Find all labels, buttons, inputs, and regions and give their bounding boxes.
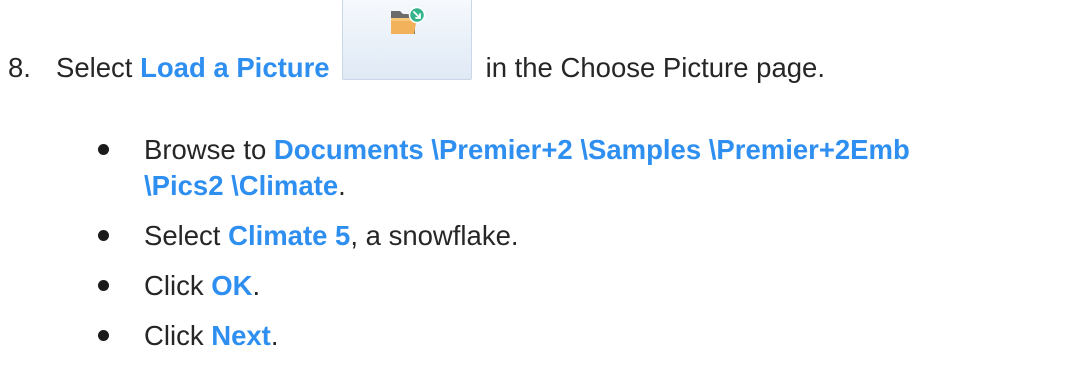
bullet-suffix: , a snowflake. (350, 220, 519, 251)
browse-path-line2: \Pics2 \Climate (144, 170, 339, 201)
instruction-step: 8. Select Load a Picture in the Choose P… (0, 0, 1078, 387)
bullet-dot (98, 144, 109, 155)
load-a-picture-label: Load a Picture (140, 52, 330, 83)
list-item: Select Climate 5, a snowflake. (96, 218, 910, 254)
climate-5-label: Climate 5 (228, 220, 351, 251)
bullet-dot (98, 280, 109, 291)
list-item: Click Next. (96, 318, 910, 354)
bullet-prefix: Click (144, 320, 212, 351)
ok-label: OK (211, 270, 253, 301)
list-item: Browse to Documents \Premier+2 \Samples … (96, 132, 910, 204)
step-line: 8. Select Load a Picture in the Choose P… (8, 0, 825, 132)
next-label: Next (211, 320, 271, 351)
step-prefix: Select (56, 52, 141, 83)
bullet-prefix: Select (144, 220, 229, 251)
load-a-picture-button[interactable] (341, 0, 472, 80)
folder-load-icon (390, 7, 425, 34)
bullet-prefix: Browse to (144, 134, 274, 165)
bullet-prefix: Click (144, 270, 212, 301)
step-suffix: in the Choose Picture page. (485, 52, 825, 83)
step-number: 8. (8, 52, 31, 83)
browse-path-line1: Documents \Premier+2 \Samples \Premier+2… (273, 134, 910, 165)
substep-list: Browse to Documents \Premier+2 \Samples … (96, 132, 910, 368)
bullet-dot (98, 330, 109, 341)
bullet-suffix: . (252, 270, 261, 301)
bullet-suffix: . (270, 320, 279, 351)
list-item: Click OK. (96, 268, 910, 304)
bullet-suffix: . (338, 170, 346, 201)
bullet-dot (98, 230, 109, 241)
